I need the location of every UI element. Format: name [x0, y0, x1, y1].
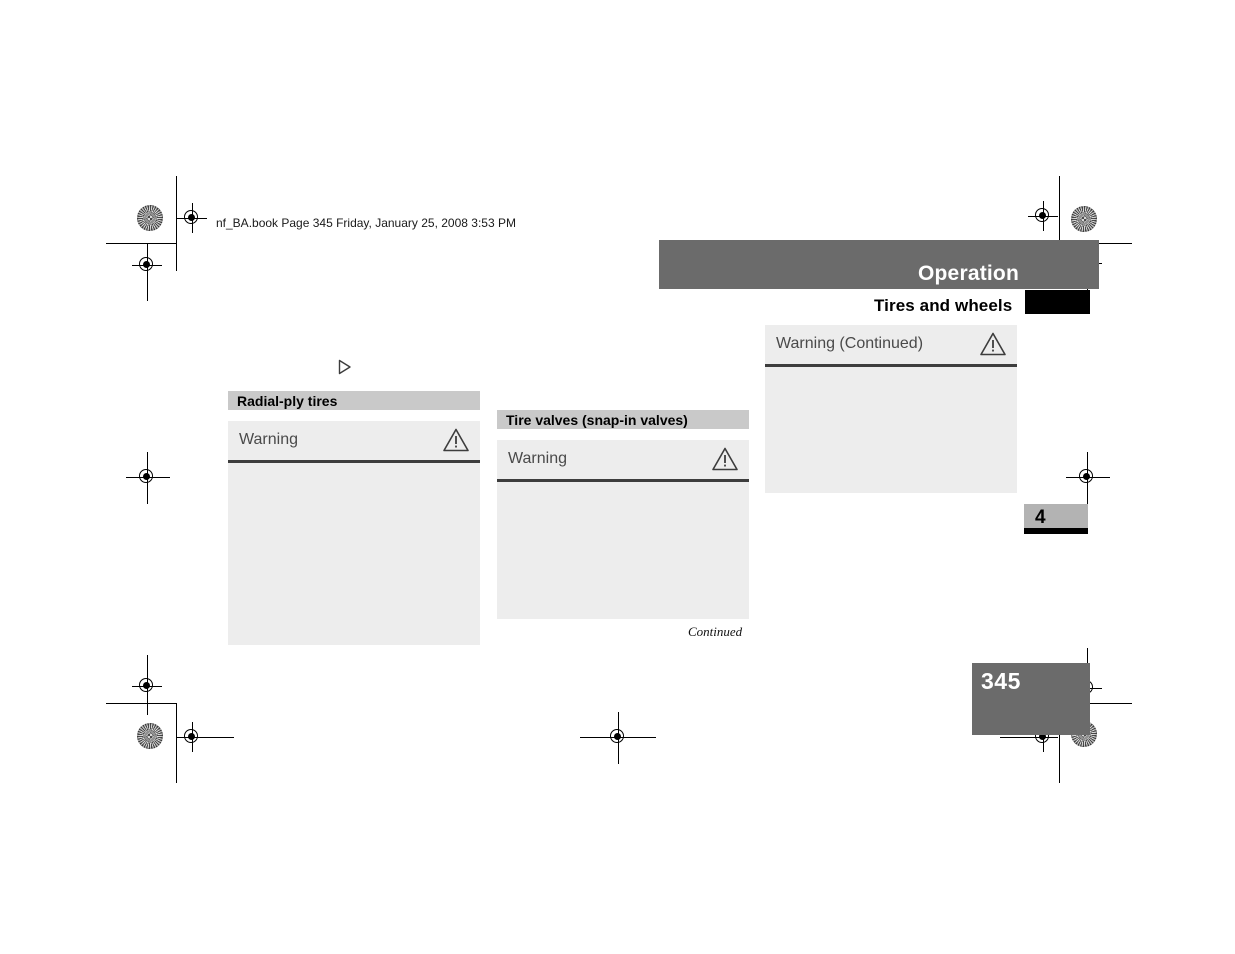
continued-note: Continued	[688, 624, 743, 639]
manual-page: nf_BA.book Page 345 Friday, January 25, …	[0, 0, 1235, 954]
page-number: 345	[981, 668, 1021, 694]
warning-box-body	[765, 367, 1017, 490]
file-info-line: nf_BA.book Page 345 Friday, January 25, …	[216, 216, 516, 230]
continuation-arrow-icon	[338, 359, 352, 375]
section-heading-radial-ply-tires: Radial-ply tires	[228, 391, 480, 410]
header-gray-bar	[659, 240, 1099, 289]
warning-box-continued: Warning (Continued)	[765, 325, 1017, 493]
crop-line-left-lower-horizontal	[106, 703, 176, 704]
star-target-mark-top-left	[137, 205, 163, 231]
warning-triangle-icon	[711, 446, 739, 472]
registration-mark-top-right	[1028, 201, 1058, 231]
warning-box-header: Warning	[228, 421, 480, 463]
registration-mark-left-upper	[132, 250, 162, 280]
registration-mark-bottom-left	[177, 722, 207, 752]
registration-mark-top-left	[177, 203, 207, 233]
registration-mark-left-lower	[132, 671, 162, 701]
registration-mark-bottom-center	[603, 722, 633, 752]
warning-box-header: Warning (Continued)	[765, 325, 1017, 367]
warning-box-title: Warning (Continued)	[776, 335, 924, 352]
star-target-mark-top-right	[1071, 206, 1097, 232]
warning-box-tire-valves: Warning	[497, 440, 749, 619]
crop-line-right-lower-horizontal	[1087, 703, 1132, 704]
warning-triangle-icon	[442, 427, 470, 453]
section-heading-tire-valves: Tire valves (snap-in valves)	[497, 410, 749, 429]
warning-triangle-icon	[979, 331, 1007, 357]
section-subtitle: Tires and wheels	[874, 296, 1013, 315]
registration-mark-left-middle	[132, 462, 162, 492]
warning-box-title: Warning	[508, 450, 567, 467]
warning-box-header: Warning	[497, 440, 749, 482]
crop-line-left-horizontal	[106, 243, 176, 244]
header-black-tab	[1025, 290, 1090, 314]
star-target-mark-bottom-left	[137, 723, 163, 749]
warning-box-title: Warning	[239, 431, 298, 448]
page-title: Operation	[918, 262, 1019, 285]
warning-box-body	[497, 482, 749, 616]
warning-box-body	[228, 463, 480, 642]
warning-box-radial-ply: Warning	[228, 421, 480, 645]
registration-mark-right-middle	[1072, 462, 1102, 492]
chapter-tab-number: 4	[1024, 504, 1088, 534]
